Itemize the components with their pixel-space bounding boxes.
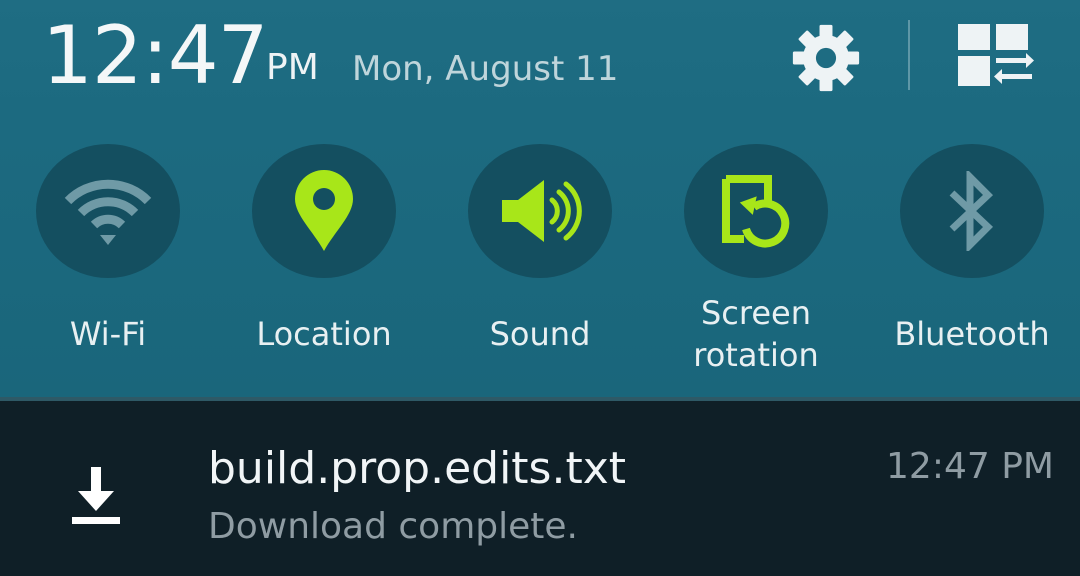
tile-location-button[interactable] — [252, 144, 396, 278]
clock-ampm: PM — [266, 47, 319, 88]
notification-subtitle: Download complete. — [208, 506, 578, 547]
tile-wifi[interactable]: Wi-Fi — [0, 144, 216, 384]
header-divider — [908, 20, 910, 90]
notification-title: build.prop.edits.txt — [208, 443, 626, 494]
quick-settings-edit-button[interactable] — [954, 20, 1038, 90]
wifi-icon — [64, 179, 152, 245]
download-icon — [66, 463, 126, 529]
quick-settings-edit-icon — [958, 24, 1034, 86]
tile-location-label: Location — [256, 315, 392, 353]
notification-time: 12:47 PM — [886, 446, 1054, 487]
tile-screen-rotation[interactable]: Screen rotation — [648, 144, 864, 384]
tile-location[interactable]: Location — [216, 144, 432, 384]
settings-button[interactable] — [786, 20, 866, 96]
tile-sound-button[interactable] — [468, 144, 612, 278]
tile-bluetooth-label: Bluetooth — [894, 315, 1050, 353]
clock-time: 12:47 — [42, 9, 269, 102]
gear-icon — [792, 24, 860, 92]
date-label: Mon, August 11 — [352, 49, 619, 89]
tile-screen-rotation-button[interactable] — [684, 144, 828, 278]
tile-wifi-button[interactable] — [36, 144, 180, 278]
bluetooth-icon — [949, 171, 994, 251]
tile-bluetooth[interactable]: Bluetooth — [864, 144, 1080, 384]
speaker-icon — [502, 180, 582, 242]
tile-screen-rotation-label: Screen rotation — [693, 294, 819, 374]
tile-sound-label: Sound — [489, 315, 591, 353]
tile-wifi-label: Wi-Fi — [69, 315, 147, 353]
download-notification[interactable]: build.prop.edits.txt Download complete. … — [0, 401, 1080, 576]
quick-settings-panel: 12:47 PM Mon, August 11 Wi-Fi Location S… — [0, 0, 1080, 397]
screen-rotation-icon — [722, 175, 790, 248]
tile-bluetooth-button[interactable] — [900, 144, 1044, 278]
tile-sound[interactable]: Sound — [432, 144, 648, 384]
location-pin-icon — [295, 170, 353, 251]
